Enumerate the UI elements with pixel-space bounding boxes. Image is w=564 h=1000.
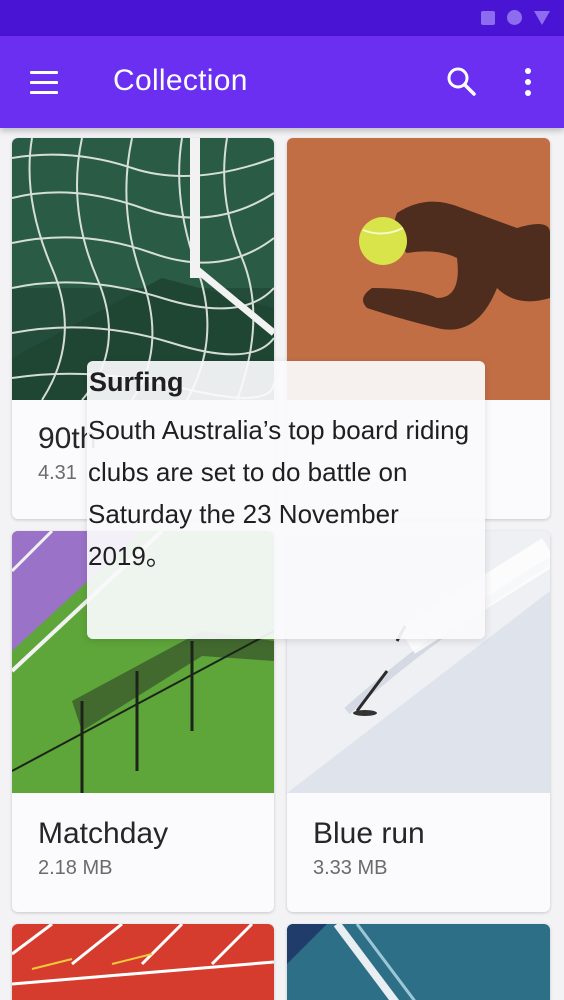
app-bar: Collection — [0, 36, 564, 128]
menu-icon-line — [30, 90, 58, 94]
search-button[interactable] — [440, 60, 484, 104]
more-vert-icon-dot — [525, 79, 531, 85]
card-size: 4.31 — [38, 462, 77, 484]
status-bar — [0, 0, 564, 36]
app-title: Collection — [113, 64, 248, 97]
card-size: 2.18 MB — [38, 857, 113, 879]
more-vert-icon-dot — [525, 90, 531, 96]
square-icon — [481, 10, 495, 25]
status-icons — [481, 10, 550, 25]
tooltip-title: Surfing — [89, 367, 184, 397]
search-icon — [447, 67, 476, 96]
card-title: Matchday — [38, 817, 169, 850]
menu-button[interactable] — [18, 60, 70, 104]
menu-icon-line — [30, 80, 58, 84]
more-vert-icon — [525, 68, 531, 74]
card-size: 3.33 MB — [313, 857, 388, 879]
tooltip-body: South Australia’s top board riding clubs… — [88, 415, 470, 571]
more-options-button[interactable] — [508, 60, 548, 104]
card-title: Blue run — [313, 817, 425, 850]
card-blue-court[interactable] — [287, 924, 550, 1000]
circle-icon — [507, 10, 522, 25]
card-image-running-track — [12, 924, 274, 1000]
triangle-icon — [534, 10, 550, 25]
tooltip: Surfing South Australia’s top board ridi… — [87, 361, 485, 639]
menu-icon — [30, 70, 58, 74]
card-image-blue-court — [287, 924, 550, 1000]
card-running-track[interactable] — [12, 924, 274, 1000]
